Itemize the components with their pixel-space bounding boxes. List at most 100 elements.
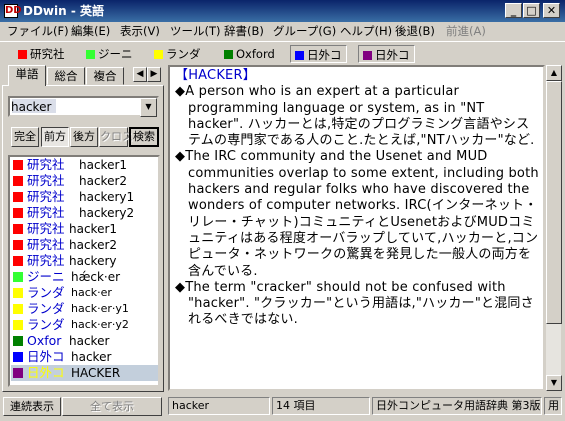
scroll-up-icon[interactable]: ▲ [546, 65, 562, 81]
suffix-match-button[interactable]: 後方 [70, 127, 98, 147]
color-swatch [13, 256, 23, 266]
exact-match-button[interactable]: 完全 [11, 127, 39, 147]
status-dictionary: 日外コンピュータ用語辞典 第3版 [372, 397, 542, 415]
color-swatch [13, 352, 23, 362]
tab-general[interactable]: 総合 [47, 67, 85, 85]
headword: hacker1 [69, 222, 118, 236]
vertical-scrollbar[interactable]: ▲ ▼ [545, 65, 562, 391]
menu-back[interactable]: 後退(B) [395, 24, 435, 39]
entry-text: 【HACKER】 ◆A person who is an expert at a… [175, 68, 539, 329]
list-item[interactable]: 研究社 hacker2 [11, 173, 158, 189]
entry-heading: 【HACKER】 [175, 68, 256, 83]
search-combo[interactable]: ▼ [8, 96, 159, 117]
prefix-match-button[interactable]: 前方 [41, 127, 69, 147]
dict-button-nichigai-2[interactable]: 日外コ [358, 45, 415, 63]
list-item[interactable]: ランダ hack·er·y1 [11, 301, 158, 317]
color-swatch [13, 272, 23, 282]
color-swatch [13, 160, 23, 170]
search-button[interactable]: 検索 [129, 127, 159, 147]
list-item[interactable]: Oxfor hacker [11, 333, 158, 349]
dict-name: 研究社 [27, 173, 65, 188]
dict-button-random[interactable]: ランダ [150, 45, 205, 63]
entry-paragraph: ◆The IRC community and the Usenet and MU… [175, 149, 539, 279]
list-item[interactable]: 研究社 hacker1 [11, 157, 158, 173]
continuous-display-button[interactable]: 連続表示 [3, 397, 61, 416]
content-view[interactable]: 【HACKER】 ◆A person who is an expert at a… [168, 65, 545, 391]
headword: hack·er [71, 286, 112, 299]
status-count: 14 項目 [272, 397, 370, 415]
cross-search-button[interactable]: クロス [99, 127, 133, 147]
list-item[interactable]: 日外コ hacker [11, 349, 158, 365]
status-word: hacker [168, 397, 270, 415]
title-bar: DD DDwin - 英語 _ □ ✕ [0, 0, 565, 22]
list-item[interactable]: 日外コ HACKER [11, 365, 158, 381]
list-item[interactable]: ランダ hack·er [11, 285, 158, 301]
list-item[interactable]: 研究社 hacker2 [11, 237, 158, 253]
color-swatch [13, 304, 23, 314]
color-swatch [86, 50, 95, 59]
close-button[interactable]: ✕ [543, 3, 560, 18]
tab-compound[interactable]: 複合 [86, 67, 124, 85]
menu-group[interactable]: グループ(G) [273, 24, 336, 39]
menu-help[interactable]: ヘルプ(H) [340, 24, 392, 39]
app-icon: DD [4, 4, 22, 18]
menu-bar: ファイル(F) 編集(E) 表示(V) ツール(T) 辞書(B) グループ(G)… [0, 22, 565, 41]
headword: hacker [71, 350, 112, 364]
show-all-button[interactable]: 全て表示 [62, 397, 162, 416]
dict-button-kenkyusha[interactable]: 研究社 [14, 45, 69, 63]
headword: hǽck·er [71, 270, 121, 284]
dict-button-oxford[interactable]: Oxford [220, 45, 279, 63]
dict-name: ランダ [27, 301, 65, 316]
window-title: DDwin - 英語 [23, 4, 105, 18]
color-swatch [13, 320, 23, 330]
menu-view[interactable]: 表示(V) [120, 24, 160, 39]
dict-name: 日外コ [27, 349, 65, 364]
dictionary-bar: 研究社 ジーニ ランダ Oxford 日外コ 日外コ [0, 41, 565, 65]
dict-name: 研究社 [27, 221, 65, 236]
dict-name: 研究社 [27, 157, 65, 172]
entry-paragraph: ◆The term "cracker" should not be confus… [175, 279, 534, 328]
list-item[interactable]: 研究社 hackery2 [11, 205, 158, 221]
search-input[interactable] [11, 99, 137, 114]
headword: hackery2 [79, 206, 135, 220]
dict-name: 日外コ [27, 365, 65, 380]
color-swatch [13, 240, 23, 250]
chevron-down-icon[interactable]: ▼ [140, 98, 157, 117]
headword: hack·er·y2 [71, 318, 129, 331]
list-item[interactable]: 研究社 hacker1 [11, 221, 158, 237]
color-swatch [154, 50, 163, 59]
headword: hack·er·y1 [71, 302, 129, 315]
maximize-button[interactable]: □ [523, 3, 540, 18]
menu-file[interactable]: ファイル(F) [7, 24, 69, 39]
color-swatch [13, 208, 23, 218]
scroll-thumb[interactable] [546, 81, 562, 324]
headword: hacker1 [79, 158, 128, 172]
color-swatch [18, 50, 27, 59]
menu-tools[interactable]: ツール(T) [170, 24, 221, 39]
menu-dictionary[interactable]: 辞書(B) [224, 24, 264, 39]
list-item[interactable]: 研究社 hackery1 [11, 189, 158, 205]
list-item[interactable]: ジーニ hǽck·er [11, 269, 158, 285]
dict-name: 研究社 [27, 253, 65, 268]
menu-forward[interactable]: 前進(A) [446, 24, 486, 39]
headword: HACKER [71, 366, 121, 380]
color-swatch [295, 51, 304, 60]
color-swatch [13, 224, 23, 234]
menu-edit[interactable]: 編集(E) [71, 24, 110, 39]
tab-word[interactable]: 単語 [8, 65, 46, 86]
tab-scroll-left-icon[interactable]: ◀ [133, 67, 147, 82]
dict-button-nichigai-1[interactable]: 日外コ [290, 45, 347, 63]
color-swatch [13, 336, 23, 346]
dict-name: ジーニ [27, 269, 65, 284]
headword: hacker [69, 334, 110, 348]
color-swatch [13, 192, 23, 202]
color-swatch [13, 288, 23, 298]
dict-name: 研究社 [27, 189, 65, 204]
scroll-down-icon[interactable]: ▼ [546, 375, 562, 391]
list-item[interactable]: ランダ hack·er·y2 [11, 317, 158, 333]
dict-button-genius[interactable]: ジーニ [82, 45, 137, 63]
tab-scroll-right-icon[interactable]: ▶ [147, 67, 161, 82]
list-item[interactable]: 研究社 hackery [11, 253, 158, 269]
result-list[interactable]: 研究社 hacker1 研究社 hacker2 研究社 hackery1 研究社 hac… [8, 155, 160, 387]
minimize-button[interactable]: _ [505, 3, 522, 18]
